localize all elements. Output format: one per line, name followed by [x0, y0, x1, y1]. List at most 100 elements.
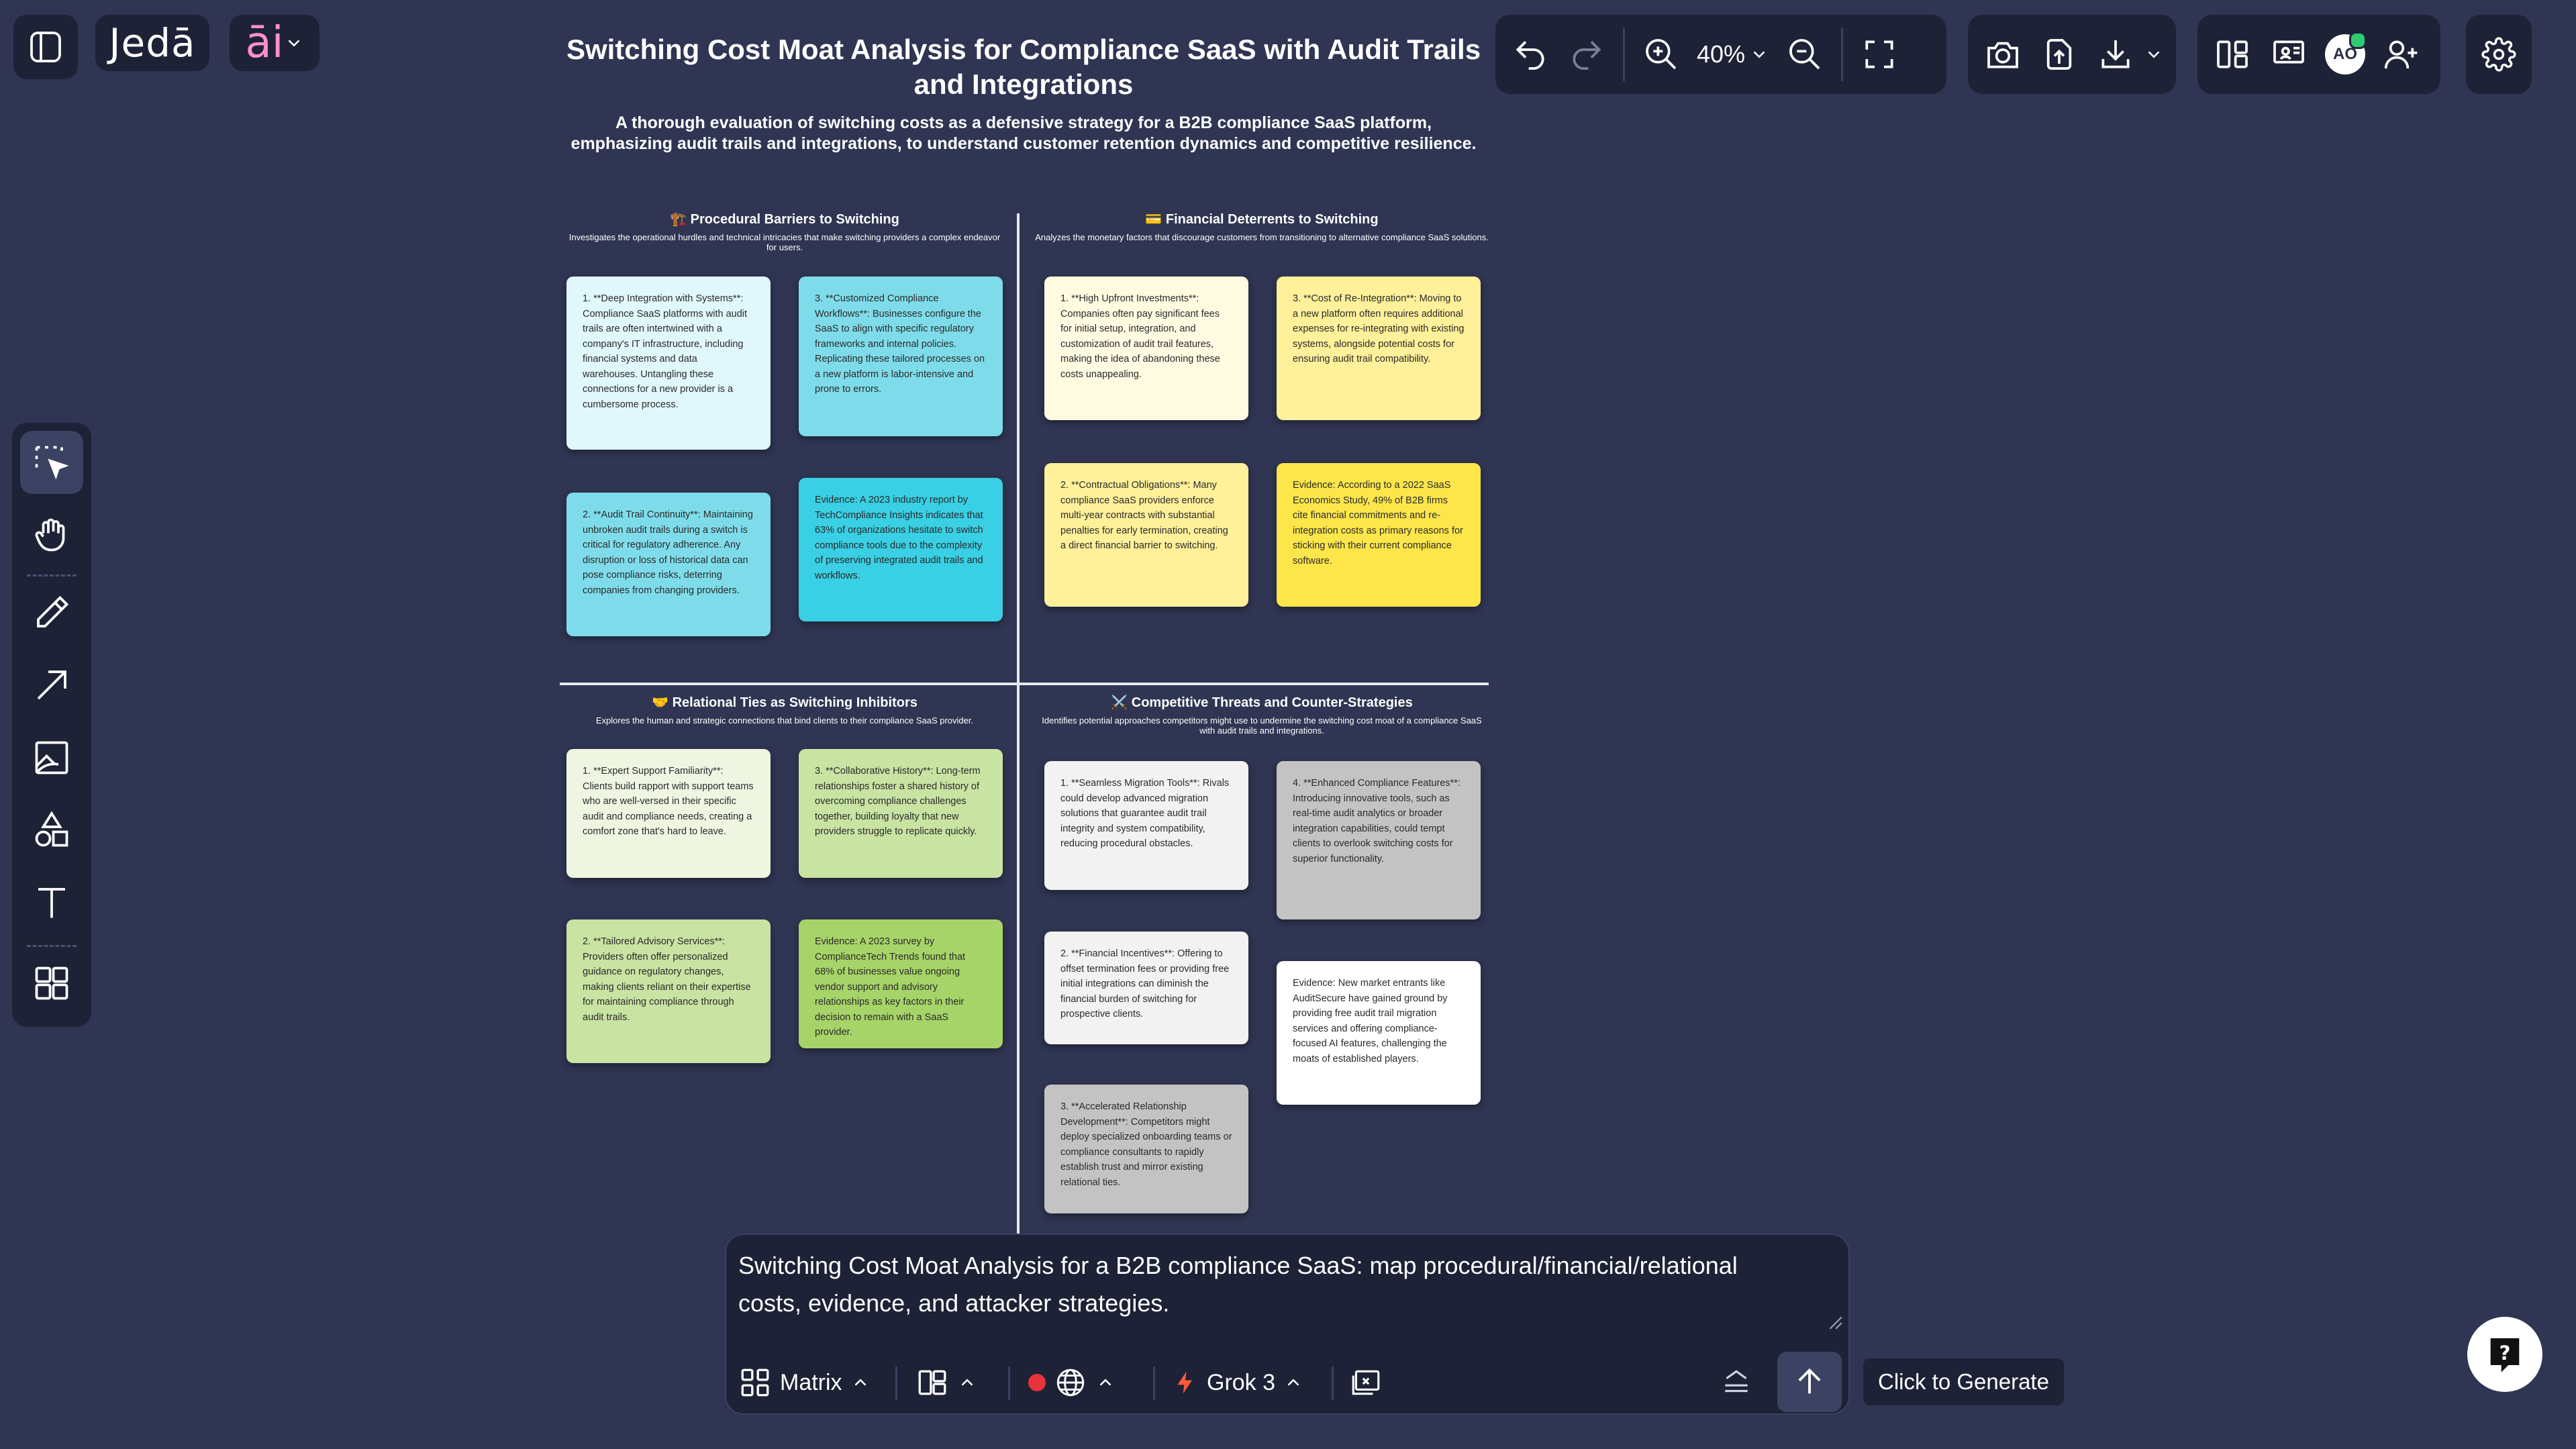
generate-button[interactable]: [1777, 1352, 1842, 1412]
card-procedural-2[interactable]: 2. **Audit Trail Continuity**: Maintaini…: [566, 493, 771, 636]
export-toolbar: [1968, 15, 2176, 94]
quadrant-2-title-text: Financial Deterrents to Switching: [1165, 212, 1379, 227]
model-dropdown[interactable]: Grok 3: [1172, 1362, 1303, 1403]
grid-icon: [35, 966, 68, 1000]
arrow-tool[interactable]: [20, 654, 83, 717]
chevron-down-icon[interactable]: [2144, 44, 2164, 64]
split-view-button[interactable]: [2204, 26, 2261, 83]
zoom-level-dropdown[interactable]: 40%: [1689, 40, 1777, 68]
resize-handle-icon[interactable]: [1826, 1313, 1843, 1330]
share-icon: [2046, 39, 2072, 70]
prompt-input[interactable]: Switching Cost Moat Analysis for a B2B c…: [738, 1247, 1799, 1322]
web-search-toggle[interactable]: [1028, 1362, 1116, 1403]
layout-icon: [918, 1370, 946, 1395]
card-procedural-1[interactable]: 1. **Deep Integration with Systems**: Co…: [566, 277, 771, 450]
canvas-subtitle[interactable]: A thorough evaluation of switching costs…: [564, 113, 1483, 154]
text-icon: [38, 888, 65, 918]
quadrant-4-title[interactable]: ⚔️ Competitive Threats and Counter-Strat…: [1027, 694, 1497, 711]
chevron-down-icon: [1753, 51, 1765, 58]
stack-button[interactable]: [1720, 1362, 1753, 1403]
zoom-in-button[interactable]: [1633, 26, 1689, 83]
matrix-horizontal-axis: [560, 683, 1489, 685]
image-tool[interactable]: [20, 726, 83, 789]
shapes-icon: [35, 811, 68, 847]
split-view-icon: [2217, 40, 2248, 68]
zoom-in-icon: [1646, 39, 1677, 70]
add-user-button[interactable]: [2373, 26, 2430, 83]
add-user-icon: [2384, 40, 2418, 69]
templates-tool[interactable]: [20, 952, 83, 1015]
shapes-tool[interactable]: [20, 799, 83, 862]
presentation-button[interactable]: [2261, 26, 2317, 83]
lightning-icon: [1177, 1371, 1192, 1394]
svg-text:?: ?: [2499, 1342, 2510, 1364]
help-icon: ?: [2490, 1338, 2520, 1372]
brand-logo[interactable]: Jedā: [95, 15, 209, 71]
tool-divider: [27, 574, 77, 577]
avatar[interactable]: AO: [2325, 32, 2367, 74]
panel-layout-dropdown[interactable]: [915, 1362, 977, 1403]
quadrant-1-desc[interactable]: Investigates the operational hurdles and…: [566, 232, 1003, 252]
pencil-tool[interactable]: [20, 581, 83, 644]
chevron-up-icon: [1099, 1379, 1111, 1386]
hand-tool[interactable]: [20, 503, 83, 566]
card-competitive-1[interactable]: 1. **Seamless Migration Tools**: Rivals …: [1044, 761, 1248, 890]
download-button[interactable]: [2087, 26, 2144, 83]
card-financial-2[interactable]: 2. **Contractual Obligations**: Many com…: [1044, 463, 1248, 607]
building-icon: 🏗️: [670, 212, 687, 227]
card-procedural-evidence[interactable]: Evidence: A 2023 industry report by Tech…: [799, 478, 1003, 621]
presentation-icon: [2273, 40, 2304, 64]
globe-icon: [1056, 1368, 1085, 1397]
gear-icon: [2481, 37, 2516, 72]
undo-button[interactable]: [1502, 26, 1558, 83]
canvas-title[interactable]: Switching Cost Moat Analysis for Complia…: [557, 32, 1490, 102]
arrow-up-icon: [1798, 1368, 1821, 1394]
help-button[interactable]: ?: [2467, 1317, 2542, 1392]
card-financial-1[interactable]: 1. **High Upfront Investments**: Compani…: [1044, 277, 1248, 420]
card-relational-2[interactable]: 2. **Tailored Advisory Services**: Provi…: [566, 919, 771, 1063]
tool-divider: [27, 945, 77, 947]
quadrant-2-desc[interactable]: Analyzes the monetary factors that disco…: [1034, 232, 1490, 242]
image-icon: [35, 741, 68, 775]
record-dot: [1028, 1374, 1046, 1391]
camera-icon: [1987, 42, 2018, 68]
quadrant-3-title[interactable]: 🤝 Relational Ties as Switching Inhibitor…: [560, 694, 1009, 711]
card-relational-3[interactable]: 3. **Collaborative History**: Long-term …: [799, 749, 1003, 878]
online-status-dot: [2349, 32, 2367, 49]
left-tool-palette: [12, 423, 91, 1027]
chat-screen-button[interactable]: [1349, 1362, 1383, 1403]
matrix-icon: [741, 1368, 769, 1397]
text-tool[interactable]: [20, 871, 83, 934]
sidebar-toggle-icon: [30, 32, 61, 62]
quadrant-4-desc[interactable]: Identifies potential approaches competit…: [1034, 715, 1490, 736]
quadrant-1-title[interactable]: 🏗️ Procedural Barriers to Switching: [560, 211, 1009, 228]
sidebar-toggle-button[interactable]: [13, 15, 78, 79]
card-competitive-4[interactable]: 4. **Enhanced Compliance Features**: Int…: [1277, 761, 1481, 919]
card-competitive-3[interactable]: 3. **Accelerated Relationship Developmen…: [1044, 1085, 1248, 1213]
brand-text: Jedā: [109, 20, 196, 66]
toolbar-divider: [1623, 28, 1625, 81]
redo-button[interactable]: [1558, 26, 1615, 83]
card-competitive-evidence[interactable]: Evidence: New market entrants like Audit…: [1277, 961, 1481, 1105]
settings-button[interactable]: [2466, 15, 2532, 94]
card-relational-1[interactable]: 1. **Expert Support Familiarity**: Clien…: [566, 749, 771, 878]
fullscreen-button[interactable]: [1851, 26, 1908, 83]
ai-menu-button[interactable]: āi: [230, 15, 319, 71]
matrix-vertical-axis: [1017, 213, 1020, 1234]
prompt-divider: [1332, 1366, 1334, 1400]
layout-mode-dropdown[interactable]: Matrix: [738, 1362, 871, 1403]
screenshot-button[interactable]: [1975, 26, 2031, 83]
card-financial-evidence[interactable]: Evidence: According to a 2022 SaaS Econo…: [1277, 463, 1481, 607]
chevron-up-icon: [1287, 1379, 1299, 1386]
card-financial-3[interactable]: 3. **Cost of Re-Integration**: Moving to…: [1277, 277, 1481, 420]
card-relational-evidence[interactable]: Evidence: A 2023 survey by ComplianceTec…: [799, 919, 1003, 1048]
quadrant-3-desc[interactable]: Explores the human and strategic connect…: [566, 715, 1003, 726]
quadrant-1-title-text: Procedural Barriers to Switching: [690, 212, 899, 227]
prompt-divider: [1153, 1366, 1155, 1400]
select-tool[interactable]: [20, 431, 83, 494]
quadrant-2-title[interactable]: 💳 Financial Deterrents to Switching: [1027, 211, 1497, 228]
card-procedural-3[interactable]: 3. **Customized Compliance Workflows**: …: [799, 277, 1003, 436]
share-button[interactable]: [2031, 26, 2087, 83]
zoom-out-button[interactable]: [1777, 26, 1833, 83]
card-competitive-2[interactable]: 2. **Financial Incentives**: Offering to…: [1044, 932, 1248, 1044]
